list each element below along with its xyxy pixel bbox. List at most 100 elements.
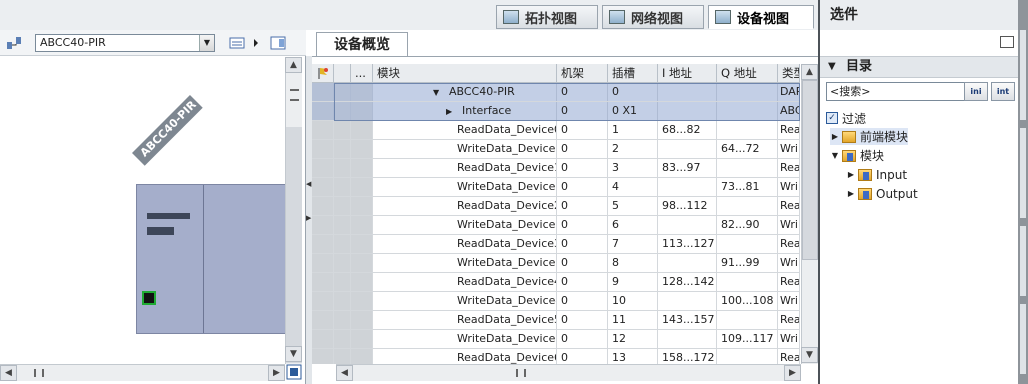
cell-name[interactable]: ▶ Interface: [373, 102, 557, 120]
cell-q_addr[interactable]: 73...81: [717, 178, 778, 196]
tree-expand-icon[interactable]: ▶: [846, 170, 856, 179]
checkbox-checked-icon[interactable]: ✓: [826, 112, 838, 124]
scroll-thumb[interactable]: [286, 127, 302, 363]
catalog-tree-node[interactable]: ▶ Input: [846, 166, 907, 183]
catalog-section-header[interactable]: ▼ 目录: [820, 56, 1018, 78]
catalog-search-input[interactable]: <搜索>: [826, 82, 980, 101]
cell-name[interactable]: WriteData_Device3_1: [373, 254, 557, 272]
collapse-arrow-icon[interactable]: ▼: [433, 84, 445, 101]
cell-type[interactable]: Wri: [778, 140, 800, 158]
cell-slot[interactable]: 11: [608, 311, 658, 329]
cell-i_addr[interactable]: 158...172: [658, 349, 717, 364]
cell-q_addr[interactable]: 91...99: [717, 254, 778, 272]
cell-i_addr[interactable]: 128...142: [658, 273, 717, 291]
column-header-rack[interactable]: 机架: [557, 64, 608, 82]
cell-name[interactable]: ReadData_Device5_1: [373, 311, 557, 329]
cell-type[interactable]: Rea: [778, 311, 800, 329]
column-header-name[interactable]: 模块: [373, 64, 557, 82]
side-tab[interactable]: [1020, 226, 1026, 296]
tab-device-view[interactable]: 设备视图: [708, 5, 814, 29]
table-scroll-grip-icon[interactable]: [516, 369, 526, 377]
cell-q_addr[interactable]: [717, 311, 778, 329]
cell-i_addr[interactable]: [658, 216, 717, 234]
cell-rack[interactable]: 0: [557, 121, 608, 139]
cell-i_addr[interactable]: 143...157: [658, 311, 717, 329]
scroll-grip-h-icon[interactable]: [34, 369, 44, 377]
table-vertical-scrollbar[interactable]: ▲ ▼: [801, 64, 818, 364]
cell-type[interactable]: Rea: [778, 197, 800, 215]
cell-type[interactable]: Rea: [778, 349, 800, 364]
cell-rack[interactable]: 0: [557, 216, 608, 234]
cell-type[interactable]: Rea: [778, 121, 800, 139]
cell-type[interactable]: Wri: [778, 292, 800, 310]
column-header-type[interactable]: 类型: [778, 64, 800, 82]
cell-q_addr[interactable]: [717, 197, 778, 215]
canvas-horizontal-scrollbar[interactable]: ◀ ▶: [0, 364, 285, 381]
cell-rack[interactable]: 0: [557, 159, 608, 177]
side-tab[interactable]: [1020, 30, 1026, 120]
status-flag-icon[interactable]: [312, 64, 334, 82]
expand-arrow-icon[interactable]: ▶: [446, 103, 458, 120]
cell-rack[interactable]: 0: [557, 349, 608, 364]
cell-slot[interactable]: 4: [608, 178, 658, 196]
table-row[interactable]: WriteData_Device1_104 73...81Wri: [312, 178, 800, 197]
cell-type[interactable]: DAP: [778, 83, 800, 101]
scroll-down-icon[interactable]: ▼: [285, 346, 302, 362]
column-header-q_addr[interactable]: Q 地址: [717, 64, 778, 82]
cell-name[interactable]: ReadData_Device1_1: [373, 159, 557, 177]
table-scroll-right-icon[interactable]: ▶: [784, 365, 801, 381]
cell-i_addr[interactable]: 68...82: [658, 121, 717, 139]
table-row[interactable]: ReadData_Device6_1013158...172 Rea: [312, 349, 800, 364]
cell-name[interactable]: WriteData_Device4_1: [373, 292, 557, 310]
cell-rack[interactable]: 0: [557, 254, 608, 272]
cell-q_addr[interactable]: [717, 159, 778, 177]
cell-rack[interactable]: 0: [557, 273, 608, 291]
interface-port-icon[interactable]: [142, 291, 156, 305]
cell-rack[interactable]: 0: [557, 102, 608, 120]
cell-q_addr[interactable]: [717, 273, 778, 291]
go-to-network-icon[interactable]: [6, 35, 22, 51]
cell-i_addr[interactable]: 98...112: [658, 197, 717, 215]
expand-arrow-icon[interactable]: [252, 35, 260, 51]
side-tab[interactable]: [1020, 304, 1026, 374]
overview-toggle-icon[interactable]: [229, 35, 245, 51]
scroll-left-icon[interactable]: ◀: [0, 365, 17, 381]
cell-i_addr[interactable]: [658, 140, 717, 158]
cell-rack[interactable]: 0: [557, 197, 608, 215]
cell-i_addr[interactable]: [658, 83, 717, 101]
cell-rack[interactable]: 0: [557, 140, 608, 158]
cell-slot[interactable]: 8: [608, 254, 658, 272]
table-row[interactable]: WriteData_Device2_106 82...90Wri: [312, 216, 800, 235]
cell-slot[interactable]: 9: [608, 273, 658, 291]
cell-q_addr[interactable]: 82...90: [717, 216, 778, 234]
cell-slot[interactable]: 10: [608, 292, 658, 310]
catalog-tree-node[interactable]: ▼ 模块: [830, 147, 884, 164]
cell-i_addr[interactable]: 83...97: [658, 159, 717, 177]
table-row[interactable]: ReadData_Device0_10168...82 Rea: [312, 121, 800, 140]
cell-type[interactable]: Rea: [778, 235, 800, 253]
cell-name[interactable]: WriteData_Device1_1: [373, 178, 557, 196]
catalog-tree-node[interactable]: ▶ 前端模块: [830, 128, 909, 145]
cell-name[interactable]: WriteData_Device5_1: [373, 330, 557, 348]
cell-q_addr[interactable]: [717, 102, 778, 120]
cell-rack[interactable]: 0: [557, 235, 608, 253]
tab-device-overview[interactable]: 设备概览: [316, 32, 408, 56]
cell-q_addr[interactable]: [717, 349, 778, 364]
table-row[interactable]: WriteData_Device5_1012 109...117Wri: [312, 330, 800, 349]
cell-i_addr[interactable]: [658, 178, 717, 196]
cell-type[interactable]: Rea: [778, 159, 800, 177]
cell-type[interactable]: Wri: [778, 330, 800, 348]
cell-rack[interactable]: 0: [557, 83, 608, 101]
tab-topology-view[interactable]: 拓扑视图: [496, 5, 598, 29]
cell-slot[interactable]: 5: [608, 197, 658, 215]
search-up-button[interactable]: int: [991, 82, 1015, 101]
scroll-up-icon[interactable]: ▲: [285, 57, 302, 73]
cell-q_addr[interactable]: 109...117: [717, 330, 778, 348]
cell-rack[interactable]: 0: [557, 330, 608, 348]
table-row[interactable]: ReadData_Device2_10598...112 Rea: [312, 197, 800, 216]
tab-network-view[interactable]: 网络视图: [602, 5, 704, 29]
cell-rack[interactable]: 0: [557, 292, 608, 310]
table-row[interactable]: ReadData_Device1_10383...97 Rea: [312, 159, 800, 178]
device-rack-graphic[interactable]: [136, 184, 285, 334]
filter-checkbox[interactable]: ✓ 过滤: [826, 110, 866, 126]
